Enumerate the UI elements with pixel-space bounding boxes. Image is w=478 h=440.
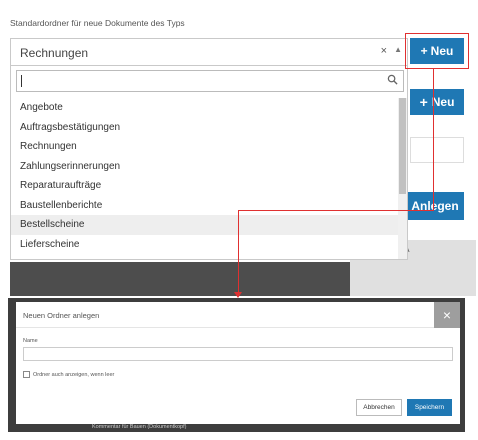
select-value: Rechnungen [20, 46, 89, 60]
search-icon [387, 74, 398, 85]
save-button[interactable]: Speichern [407, 399, 452, 416]
annotation-line-down [238, 210, 239, 293]
dropdown-search[interactable] [16, 70, 404, 92]
show-empty-checkbox-row[interactable]: Ordner auch anzeigen, wenn leer [23, 371, 114, 378]
folder-select[interactable]: Rechnungen × ▲ [10, 38, 408, 66]
dropdown-option[interactable]: Baustellenberichte [11, 196, 399, 216]
new-folder-modal: Neuen Ordner anlegen × Name Ordner auch … [16, 302, 460, 424]
plus-icon: + [419, 94, 428, 110]
show-empty-checkbox[interactable] [23, 371, 30, 378]
dropdown-option[interactable]: Rechnungen [11, 137, 399, 157]
name-label: Name [23, 338, 38, 344]
name-input[interactable] [23, 347, 453, 361]
cancel-button[interactable]: Abbrechen [356, 399, 402, 416]
annotation-line-horizontal [238, 210, 434, 211]
dropdown-option[interactable]: Lieferscheine [11, 235, 399, 255]
dropdown-option[interactable]: Reparaturaufträge [11, 176, 399, 196]
neu-button-secondary[interactable]: + Neu [410, 89, 464, 115]
dropdown-option[interactable]: Angebote [11, 98, 399, 118]
chevron-up-icon[interactable]: ▲ [394, 45, 402, 54]
annotation-line-vertical [433, 69, 434, 210]
clear-icon[interactable]: × [381, 45, 387, 57]
dropdown-scrollbar[interactable] [398, 98, 407, 259]
dropdown-option[interactable]: Auftragsbestätigungen [11, 118, 399, 138]
scrollbar-thumb[interactable] [399, 98, 406, 194]
modal-header: Neuen Ordner anlegen × [16, 302, 460, 328]
dropdown-option[interactable]: Zahlungserinnerungen [11, 157, 399, 177]
select-dropdown: Angebote Auftragsbestätigungen Rechnungen Z… [10, 66, 408, 260]
modal-title: Neuen Ordner anlegen [23, 311, 100, 320]
dropdown-option[interactable]: Bestellscheine [11, 215, 399, 235]
option-list: Angebote Auftragsbestätigungen Rechnungen Z… [11, 98, 399, 259]
background-comment-text: Kommentar für Bauen (Dokumentkopf) [92, 424, 187, 430]
neu-button-secondary-label: Neu [431, 95, 455, 109]
field-label: Standardordner für neue Dokumente des Ty… [10, 18, 185, 28]
close-icon[interactable]: × [434, 302, 460, 328]
text-caret [21, 75, 22, 87]
show-empty-checkbox-label: Ordner auch anzeigen, wenn leer [33, 371, 115, 378]
anlegen-button[interactable]: Anlegen [406, 192, 464, 220]
annotation-highlight [405, 33, 469, 69]
background-field [410, 137, 464, 163]
dropdown-search-input[interactable] [17, 71, 403, 91]
